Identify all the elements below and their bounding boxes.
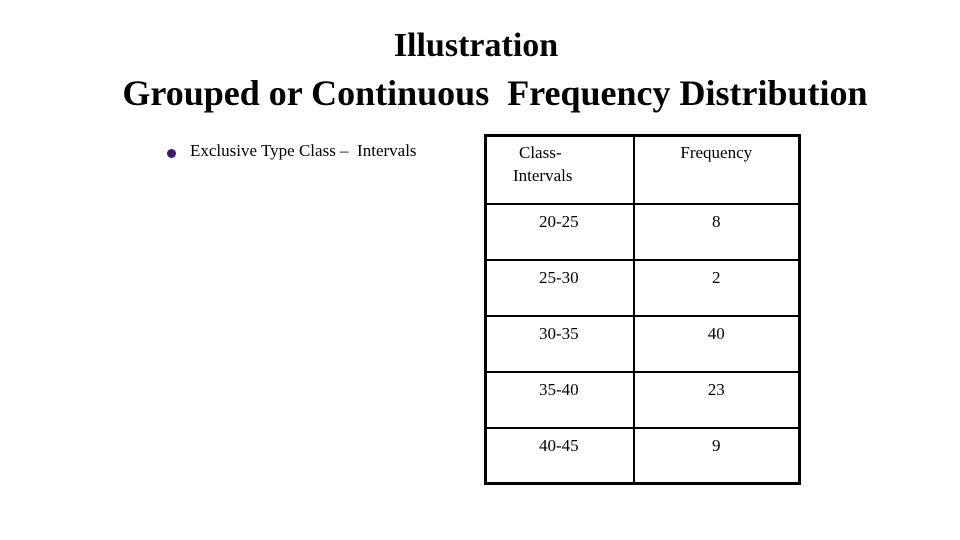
slide-subtitle: Grouped or Continuous Frequency Distribu… <box>122 73 868 113</box>
header-class-line2: Intervals <box>513 166 573 185</box>
table-header-row: Class- Intervals Frequency <box>484 134 801 205</box>
cell-interval: 20-25 <box>484 202 635 261</box>
cell-frequency: 9 <box>632 426 801 485</box>
table-row: 30-35 40 <box>484 314 801 373</box>
slide-title: Illustration <box>0 26 960 66</box>
cell-interval: 30-35 <box>484 314 635 373</box>
cell-frequency: 23 <box>632 370 801 429</box>
cell-interval: 25-30 <box>484 258 635 317</box>
cell-frequency: 2 <box>632 258 801 317</box>
cell-frequency: 8 <box>632 202 801 261</box>
bullet-text: Exclusive Type Class – Intervals <box>190 141 417 160</box>
table-row: 35-40 23 <box>484 370 801 429</box>
bullet-dot-icon <box>167 148 176 158</box>
header-class-intervals: Class- Intervals <box>484 134 635 205</box>
cell-frequency: 40 <box>632 314 801 373</box>
header-class-line1: Class- <box>519 143 562 162</box>
table-row: 25-30 2 <box>484 258 801 317</box>
cell-interval: 35-40 <box>484 370 635 429</box>
cell-interval: 40-45 <box>484 426 635 485</box>
header-frequency: Frequency <box>632 134 801 205</box>
table-row: 20-25 8 <box>484 202 801 261</box>
frequency-table: Class- Intervals Frequency 20-25 8 25-30… <box>484 134 801 485</box>
title-line-1: Illustration <box>393 27 559 64</box>
table-row: 40-45 9 <box>484 426 801 485</box>
bullet-item: Exclusive Type Class – Intervals <box>167 141 417 161</box>
